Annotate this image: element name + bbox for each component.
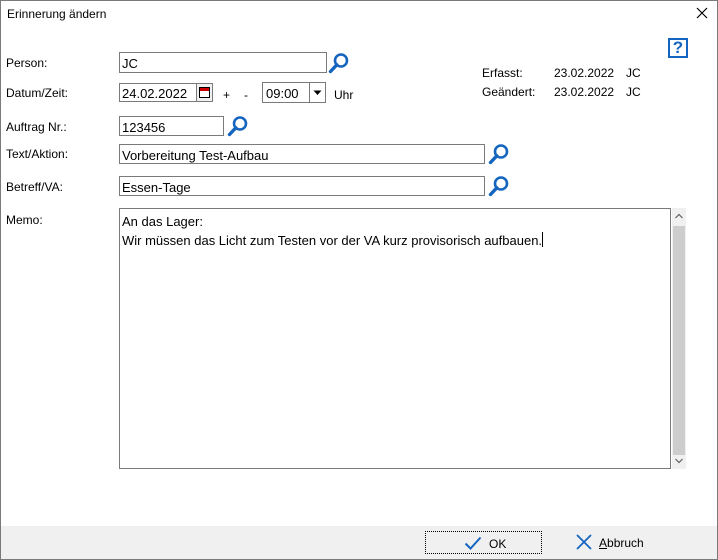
scroll-up-icon[interactable] <box>672 208 686 224</box>
person-search-icon[interactable] <box>328 52 350 74</box>
text-action-label: Text/Aktion: <box>6 147 69 161</box>
ok-button[interactable]: OK <box>425 531 542 554</box>
text-action-field[interactable]: Vorbereitung Test-Aufbau <box>119 144 485 164</box>
title-bar: Erinnerung ändern <box>1 1 717 27</box>
time-unit-label: Uhr <box>334 88 354 102</box>
cross-icon <box>576 534 592 550</box>
text-cursor <box>542 232 544 247</box>
captured-label: Erfasst: <box>482 66 523 80</box>
calendar-icon <box>199 87 210 98</box>
subject-label: Betreff/VA: <box>6 180 63 194</box>
memo-line: An das Lager: <box>122 214 203 229</box>
text-action-search-icon[interactable] <box>488 143 510 165</box>
subject-search-icon[interactable] <box>488 175 510 197</box>
changed-date: 23.02.2022 <box>554 85 615 99</box>
scroll-down-icon[interactable] <box>672 453 686 469</box>
person-field[interactable]: JC <box>119 52 327 73</box>
memo-textarea[interactable]: An das Lager: Wir müssen das Licht zum T… <box>119 208 671 469</box>
close-icon[interactable] <box>693 4 711 22</box>
captured-user: JC <box>626 66 641 80</box>
memo-scrollbar[interactable] <box>672 208 686 469</box>
calendar-button[interactable] <box>196 83 213 102</box>
scrollbar-thumb[interactable] <box>673 226 685 455</box>
order-label: Auftrag Nr.: <box>6 120 67 134</box>
date-field[interactable]: 24.02.2022 <box>119 83 197 102</box>
dialog-window: Erinnerung ändern ? Person: JC Erfasst: … <box>0 0 718 560</box>
ok-label: OK <box>489 537 507 551</box>
changed-user: JC <box>626 85 641 99</box>
window-title: Erinnerung ändern <box>7 7 107 21</box>
order-field[interactable]: 123456 <box>119 116 224 136</box>
date-minus-button[interactable]: - <box>244 88 248 102</box>
help-icon: ? <box>672 38 684 57</box>
cancel-button[interactable]: Abbruch <box>573 531 683 554</box>
changed-label: Geändert: <box>482 85 536 99</box>
datetime-label: Datum/Zeit: <box>6 86 69 100</box>
cancel-label: Abbruch <box>599 536 644 550</box>
chevron-down-icon[interactable] <box>309 83 325 102</box>
check-icon <box>464 536 482 550</box>
date-plus-button[interactable]: + <box>223 88 230 102</box>
memo-line-last: Wir müssen das Licht zum Testen vor der … <box>122 232 544 248</box>
order-search-icon[interactable] <box>227 115 249 137</box>
memo-label: Memo: <box>6 213 43 227</box>
help-button[interactable]: ? <box>668 38 688 58</box>
captured-date: 23.02.2022 <box>554 66 615 80</box>
time-value: 09:00 <box>266 86 299 101</box>
subject-field[interactable]: Essen-Tage <box>119 176 485 196</box>
time-select[interactable]: 09:00 <box>262 82 326 103</box>
person-label: Person: <box>6 56 48 70</box>
